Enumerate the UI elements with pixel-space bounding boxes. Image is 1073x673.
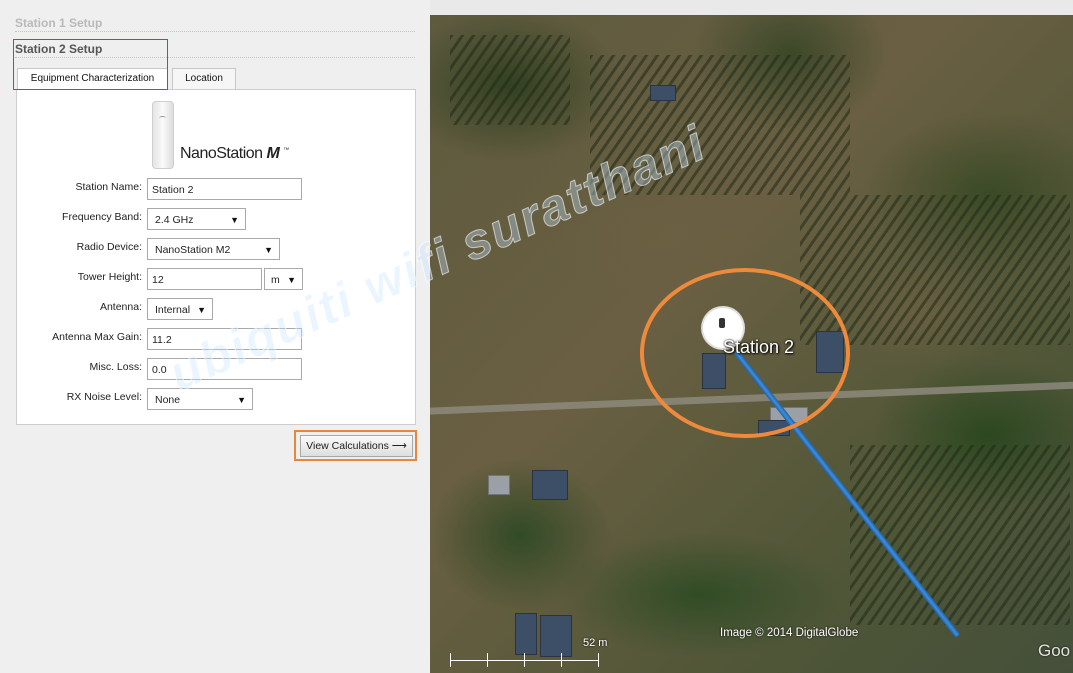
tower-height-input[interactable]: 12 [147, 268, 262, 290]
antenna-label: Antenna: [99, 301, 142, 313]
scale-tick [561, 653, 562, 667]
building [488, 475, 510, 495]
frequency-band-value: 2.4 GHz [155, 214, 194, 226]
divider [15, 31, 415, 32]
tower-height-label: Tower Height: [77, 271, 142, 283]
tower-height-unit-value: m [271, 274, 280, 286]
radio-device-value: NanoStation M2 [155, 244, 231, 256]
misc-loss-label: Misc. Loss: [89, 361, 142, 373]
frequency-band-label: Frequency Band: [62, 211, 142, 223]
dropdown-arrow-icon: ▼ [287, 275, 296, 285]
plantation-area [450, 35, 570, 125]
dropdown-arrow-icon: ▼ [264, 245, 273, 255]
building [515, 613, 537, 655]
imagery-copyright: Image © 2014 DigitalGlobe [720, 627, 859, 639]
radio-device-select[interactable]: NanoStation M2 ▼ [147, 238, 280, 260]
scale-tick [598, 653, 599, 667]
tower-height-unit-select[interactable]: m ▼ [264, 268, 303, 290]
station-2-setup-header[interactable]: Station 2 Setup [15, 42, 102, 56]
divider [15, 57, 415, 58]
scale-label: 52 m [583, 637, 608, 649]
antenna-max-gain-input[interactable]: 11.2 [147, 328, 302, 350]
plantation-area [590, 55, 850, 195]
trademark-symbol: ™ [283, 147, 289, 154]
station-1-setup-header[interactable]: Station 1 Setup [15, 16, 102, 30]
dropdown-arrow-icon: ▼ [197, 305, 206, 315]
nanostation-device-image [152, 101, 174, 169]
frequency-band-select[interactable]: 2.4 GHz ▼ [147, 208, 246, 230]
antenna-max-gain-label: Antenna Max Gain: [52, 331, 142, 343]
station-name-label: Station Name: [75, 181, 142, 193]
station-2-map-label: Station 2 [723, 337, 795, 357]
view-calculations-button[interactable]: View Calculations ⟶ [300, 435, 413, 457]
tab-equipment-characterization[interactable]: Equipment Characterization [17, 68, 168, 90]
building [540, 615, 572, 657]
radio-device-label: Radio Device: [76, 241, 142, 253]
satellite-map[interactable]: Station 2 Image © 2014 DigitalGlobe 52 m… [430, 15, 1073, 673]
brand-name: NanoStation [180, 145, 263, 162]
station-setup-panel: Station 1 Setup Station 2 Setup Equipmen… [0, 0, 430, 673]
misc-loss-input[interactable]: 0.0 [147, 358, 302, 380]
scale-tick [487, 653, 488, 667]
device-logo: NanoStation M ™ [180, 145, 289, 163]
dropdown-arrow-icon: ▼ [230, 215, 239, 225]
rx-noise-level-label: RX Noise Level: [66, 391, 142, 403]
tab-location[interactable]: Location [172, 68, 236, 89]
equipment-form: NanoStation M ™ Station Name: Station 2 … [16, 89, 416, 425]
brand-suffix: M [266, 145, 280, 162]
building [650, 85, 676, 101]
map-provider-logo: Goo [1038, 641, 1071, 660]
scale-tick [524, 653, 525, 667]
station-name-input[interactable]: Station 2 [147, 178, 302, 200]
rx-noise-level-value: None [155, 394, 181, 406]
antenna-select[interactable]: Internal ▼ [147, 298, 213, 320]
scale-tick [450, 653, 451, 667]
rx-noise-level-select[interactable]: None ▼ [147, 388, 253, 410]
antenna-value: Internal [155, 304, 191, 316]
building [532, 470, 568, 500]
dropdown-arrow-icon: ▼ [237, 395, 246, 405]
